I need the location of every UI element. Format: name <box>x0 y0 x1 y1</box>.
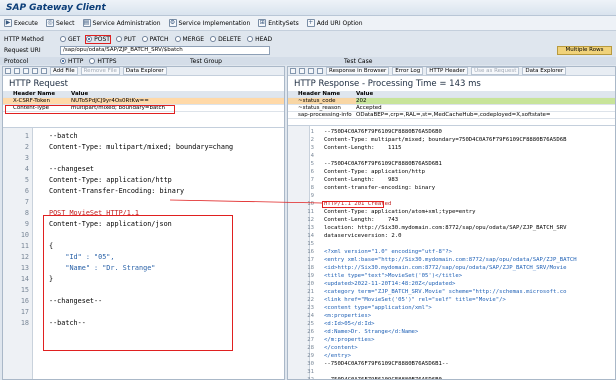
connector-svg <box>169 199 323 204</box>
connector-line <box>169 199 323 204</box>
